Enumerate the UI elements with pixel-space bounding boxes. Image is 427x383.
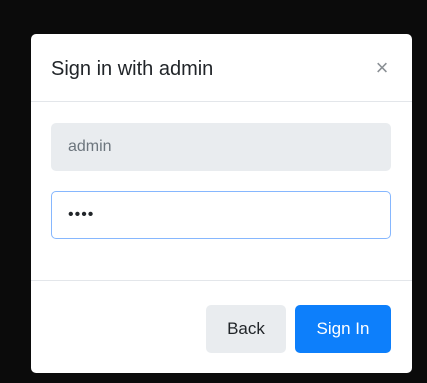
dialog-body [31,102,412,280]
back-button[interactable]: Back [206,305,286,353]
close-icon[interactable]: × [370,54,394,82]
username-field[interactable] [51,123,391,171]
sign-in-button[interactable]: Sign In [295,305,391,353]
password-field[interactable] [51,191,391,239]
dialog-header: Sign in with admin × [31,34,412,102]
dialog-title: Sign in with admin [51,58,214,80]
sign-in-dialog: Sign in with admin × Back Sign In [31,34,412,373]
dialog-footer: Back Sign In [31,280,412,373]
